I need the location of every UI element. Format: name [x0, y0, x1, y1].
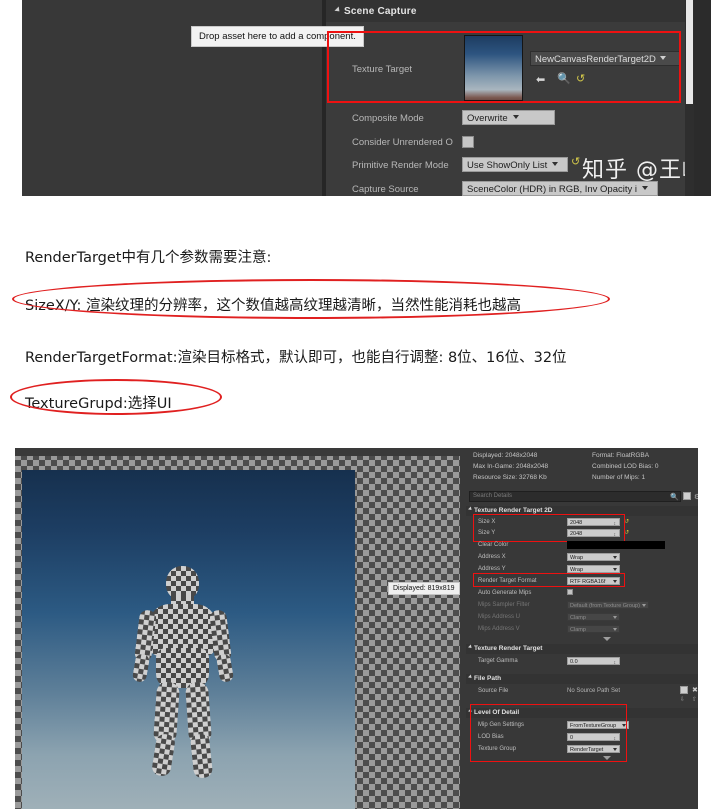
unreal-right-gutter	[694, 0, 711, 196]
displayed-size-tag: Displayed: 819x819	[388, 582, 460, 595]
chevron-down-icon	[468, 674, 473, 680]
figure-forearm-left	[131, 652, 151, 684]
mips-address-v-value: Clamp	[570, 627, 586, 633]
target-gamma-value: 0.0	[570, 659, 578, 665]
expand-section-icon-trt2d[interactable]	[603, 637, 611, 641]
annotation-rect-level-of-detail	[470, 704, 627, 762]
scene-capture-category-header[interactable]: Scene Capture	[334, 6, 417, 17]
info-max-in-game: Max In-Game: 2048x2048	[473, 463, 549, 470]
section-title-filepath: File Path	[474, 675, 502, 682]
top-screenshot-scene-capture: Scene Capture Texture Target NewCanvasRe…	[0, 0, 727, 196]
viewport-toolbar-strip	[15, 448, 460, 456]
row-value-mips-address-v: Clamp	[567, 625, 620, 633]
address-x-value: Wrap	[570, 555, 584, 561]
article-line-1: RenderTarget中有几个参数需要注意:	[25, 250, 272, 266]
figure-forearm-right	[215, 652, 235, 684]
chevron-down-icon	[613, 616, 617, 619]
annotation-rect-texture-target	[327, 31, 681, 103]
row-value-mips-sampler-filter: Default (from Texture Group)	[567, 601, 649, 609]
section-title-trt: Texture Render Target	[474, 645, 543, 652]
section-header-trt[interactable]: Texture Render Target	[468, 644, 543, 652]
capture-source-value: SceneColor (HDR) in RGB, Inv Opacity i	[467, 184, 637, 195]
chevron-down-icon	[613, 568, 617, 571]
browse-source-file-icon[interactable]	[680, 686, 688, 694]
article-text-block: RenderTarget中有几个参数需要注意: SizeX/Y: 渲染纹理的分辨…	[0, 196, 727, 442]
primitive-render-mode-value: Use ShowOnly List	[467, 160, 548, 171]
row-label-mips-address-u: Mips Address U	[478, 614, 521, 620]
info-combined-lod-bias: Combined LOD Bias: 0	[592, 463, 659, 470]
row-label-address-x: Address X	[478, 554, 506, 560]
chevron-down-icon	[613, 628, 617, 631]
chevron-down-icon	[512, 115, 519, 119]
chevron-down-icon	[642, 186, 648, 190]
mips-sampler-filter-value: Default (from Texture Group)	[570, 603, 640, 609]
row-value-address-y[interactable]: Wrap	[567, 565, 620, 573]
reimport-icon[interactable]: ⇧	[692, 696, 697, 703]
filter-toggle-icon[interactable]	[683, 492, 691, 500]
article-line-3: RenderTargetFormat:渲染目标格式，默认即可，也能自行调整: 8…	[25, 350, 567, 366]
row-value-address-x[interactable]: Wrap	[567, 553, 620, 561]
info-resource-size: Resource Size: 32768 Kb	[473, 474, 547, 481]
watermark-flag-icon: ↺	[571, 156, 581, 168]
property-label-consider-unrendered: Consider Unrendered O	[352, 137, 453, 148]
scene-capture-label: Scene Capture	[344, 6, 417, 17]
row-label-mips-sampler-filter: Mips Sampler Filter	[478, 602, 530, 608]
chevron-down-icon	[468, 506, 473, 512]
info-number-of-mips: Number of Mips: 1	[592, 474, 646, 481]
annotation-rect-size-xy	[473, 514, 625, 542]
chevron-down-icon	[552, 162, 559, 166]
search-icon[interactable]: 🔍	[670, 493, 679, 501]
spinner-icon[interactable]: ↕	[614, 659, 617, 664]
consider-unrendered-checkbox[interactable]	[462, 136, 474, 148]
chevron-down-icon	[334, 6, 342, 14]
row-label-clear-color: Clear Color	[478, 542, 509, 548]
info-displayed: Displayed: 2048x2048	[473, 452, 538, 459]
row-label-target-gamma: Target Gamma	[478, 658, 518, 664]
row-value-source-file: No Source Path Set	[567, 688, 621, 694]
row-label-source-file: Source File	[478, 688, 509, 694]
clear-color-swatch[interactable]	[567, 541, 665, 549]
composite-mode-value: Overwrite	[467, 113, 508, 124]
chevron-down-icon	[468, 644, 473, 650]
mips-address-u-value: Clamp	[570, 615, 586, 621]
annotation-rect-render-target-format	[473, 573, 625, 587]
annotation-ellipse-texturegroup	[10, 379, 222, 415]
bottom-screenshot-texture-editor: Displayed: 819x819 Displayed: 2048x2048 …	[15, 448, 712, 809]
row-value-mips-address-u: Clamp	[567, 613, 620, 621]
property-label-composite-mode: Composite Mode	[352, 113, 424, 124]
property-label-primitive-render-mode: Primitive Render Mode	[352, 160, 449, 171]
primitive-render-mode-dropdown[interactable]: Use ShowOnly List	[462, 157, 568, 172]
auto-generate-mips-checkbox[interactable]	[567, 589, 573, 595]
composite-mode-dropdown[interactable]: Overwrite	[462, 110, 555, 125]
property-label-capture-source: Capture Source	[352, 184, 419, 195]
texture-viewport[interactable]: Displayed: 819x819	[15, 448, 460, 809]
section-header-trt2d[interactable]: Texture Render Target 2D	[468, 506, 553, 514]
figure-head	[166, 566, 199, 600]
row-value-target-gamma[interactable]: 0.0 ↕	[567, 657, 620, 665]
details-panel-right-margin	[698, 448, 712, 809]
row-label-address-y: Address Y	[478, 566, 506, 572]
section-title-trt2d: Texture Render Target 2D	[474, 507, 553, 514]
row-label-mips-address-v: Mips Address V	[478, 626, 520, 632]
row-label-auto-generate-mips: Auto Generate Mips	[478, 590, 532, 596]
figure-shin-right	[189, 733, 214, 779]
chevron-down-icon	[613, 556, 617, 559]
character-silhouette	[126, 566, 240, 781]
section-header-filepath[interactable]: File Path	[468, 674, 502, 682]
info-format: Format: FloatRGBA	[592, 452, 650, 459]
rendered-texture-preview	[22, 470, 355, 809]
chevron-down-icon	[642, 604, 646, 607]
import-icon[interactable]: ⇩	[680, 696, 685, 703]
annotation-ellipse-sizexy	[12, 279, 610, 319]
clear-source-file-icon[interactable]: ✖	[692, 686, 698, 694]
details-scrollbar-thumb[interactable]	[686, 0, 693, 104]
figure-shin-left	[150, 732, 177, 778]
search-details-placeholder: Search Details	[473, 493, 513, 499]
